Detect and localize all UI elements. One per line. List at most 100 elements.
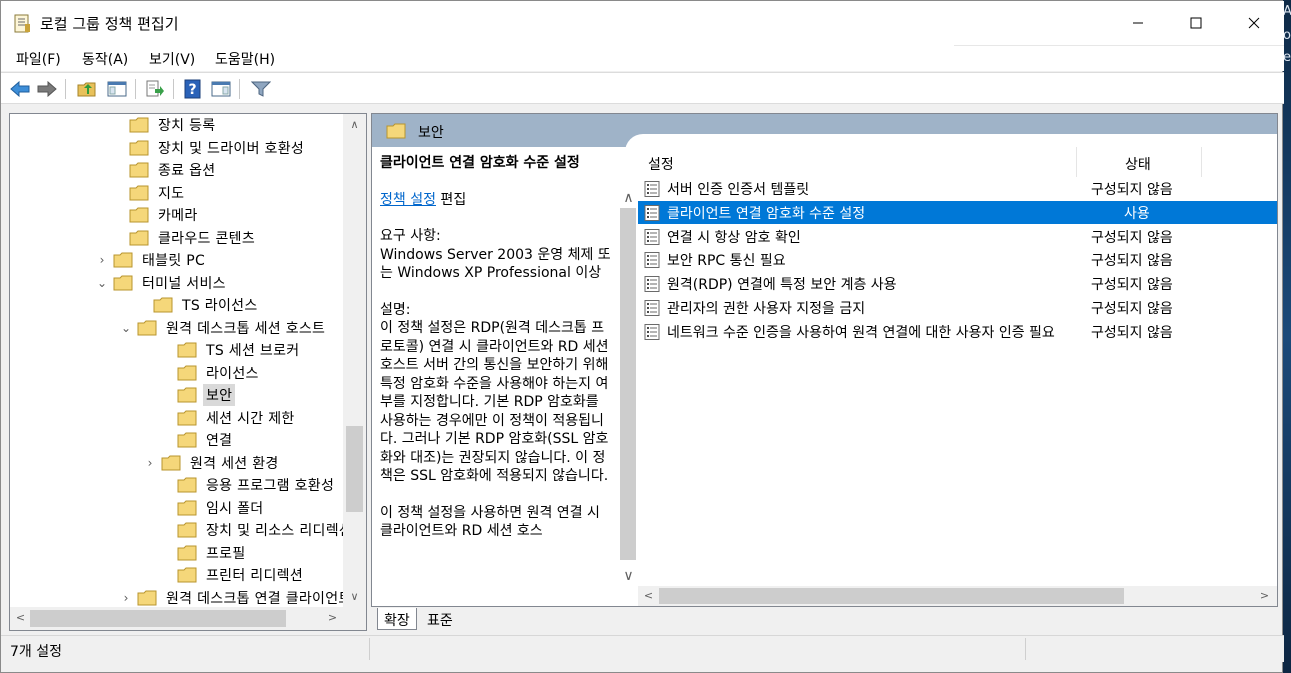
properties-view-button[interactable] — [209, 77, 233, 101]
scroll-thumb[interactable] — [30, 610, 286, 627]
folder-icon — [177, 522, 197, 538]
tree-node[interactable]: TS 라이선스 — [134, 294, 261, 316]
list-horizontal-scrollbar[interactable]: < > — [638, 586, 1277, 606]
help-button[interactable]: ? — [181, 77, 205, 101]
tree-node[interactable]: 지도 — [110, 182, 187, 204]
tree-node-label: TS 세션 브로커 — [206, 343, 300, 359]
expander-icon[interactable] — [158, 407, 174, 429]
tree-node[interactable]: › 원격 데스크톱 연결 클라이언트 — [118, 587, 344, 608]
tree-node[interactable]: 응용 프로그램 호환성 — [158, 474, 337, 496]
tree-node[interactable]: ⌄ 원격 데스크톱 세션 호스트 — [118, 317, 328, 339]
toolbar-separator — [173, 79, 174, 99]
setting-row[interactable]: 원격(RDP) 연결에 특정 보안 계층 사용 구성되지 않음 — [638, 272, 1277, 295]
expander-icon[interactable] — [110, 227, 126, 249]
menu-file[interactable]: 파일(F) — [16, 49, 61, 69]
tree-node[interactable]: 카메라 — [110, 204, 201, 226]
scroll-down-arrow-icon[interactable]: ∨ — [620, 568, 637, 584]
expander-icon[interactable] — [110, 182, 126, 204]
column-setting[interactable]: 설정 — [648, 154, 674, 174]
tab-standard[interactable]: 표준 — [421, 608, 459, 630]
scroll-thumb[interactable] — [659, 588, 1124, 604]
tree-node[interactable]: 장치 및 드라이버 호환성 — [110, 137, 307, 159]
setting-row[interactable]: 서버 인증 인증서 템플릿 구성되지 않음 — [638, 177, 1277, 200]
expander-icon[interactable]: ⌄ — [94, 272, 110, 294]
scroll-thumb[interactable] — [346, 426, 363, 512]
tab-extended[interactable]: 확장 — [377, 608, 417, 630]
tree-node[interactable]: 세션 시간 제한 — [158, 407, 298, 429]
tree-vertical-scrollbar[interactable]: ∧ ∨ — [343, 114, 366, 607]
setting-row[interactable]: 보안 RPC 통신 필요 구성되지 않음 — [638, 248, 1277, 271]
scroll-right-arrow-icon[interactable]: > — [324, 611, 341, 624]
setting-row[interactable]: 관리자의 권한 사용자 지정을 금지 구성되지 않음 — [638, 296, 1277, 319]
scroll-up-arrow-icon[interactable]: ∧ — [620, 190, 637, 206]
expander-icon[interactable]: › — [142, 452, 158, 474]
tree-node[interactable]: 라이선스 — [158, 362, 262, 384]
expander-icon[interactable] — [158, 384, 174, 406]
filter-button[interactable] — [249, 77, 273, 101]
console-tree[interactable]: 장치 등록 장치 및 드라이버 호환성 종료 옵션 지도 카메라 클라우드 콘텐츠 › 태블릿… — [9, 113, 367, 631]
expander-icon[interactable] — [110, 137, 126, 159]
up-one-level-button[interactable] — [75, 77, 99, 101]
scroll-down-arrow-icon[interactable]: ∨ — [346, 590, 363, 603]
expander-icon[interactable]: › — [94, 249, 110, 271]
expander-icon[interactable] — [158, 519, 174, 541]
expander-icon[interactable] — [158, 564, 174, 586]
minimize-button[interactable] — [1109, 1, 1167, 45]
tree-node[interactable]: 장치 등록 — [110, 114, 218, 136]
expander-icon[interactable] — [158, 429, 174, 451]
back-button[interactable] — [8, 77, 32, 101]
maximize-button[interactable] — [1167, 1, 1225, 45]
show-hide-tree-button[interactable] — [105, 77, 129, 101]
forward-button[interactable] — [35, 77, 59, 101]
properties-view-icon — [211, 81, 231, 97]
setting-name: 연결 시 항상 암호 확인 — [667, 229, 801, 246]
tree-node[interactable]: 프린터 리디렉션 — [158, 564, 306, 586]
tree-node[interactable]: 보안 — [158, 384, 236, 406]
folder-icon — [177, 342, 197, 358]
scroll-thumb[interactable] — [620, 208, 636, 560]
expander-icon[interactable] — [158, 497, 174, 519]
scroll-left-arrow-icon[interactable]: < — [640, 589, 657, 602]
column-state[interactable]: 상태 — [1125, 154, 1151, 174]
tree-node[interactable]: 임시 폴더 — [158, 497, 266, 519]
column-divider[interactable] — [1201, 147, 1202, 177]
tree-node[interactable]: 연결 — [158, 429, 235, 451]
scroll-left-arrow-icon[interactable]: < — [12, 611, 29, 624]
expander-icon[interactable] — [158, 542, 174, 564]
tree-node[interactable]: 장치 및 리소스 리디렉션 — [158, 519, 344, 541]
scroll-up-arrow-icon[interactable]: ∧ — [346, 118, 363, 131]
menu-action[interactable]: 동작(A) — [82, 49, 128, 69]
menu-help[interactable]: 도움말(H) — [215, 49, 275, 69]
tree-node[interactable]: TS 세션 브로커 — [158, 339, 302, 361]
expander-icon[interactable] — [110, 159, 126, 181]
title-bar[interactable]: 로컬 그룹 정책 편집기 — [1, 1, 1284, 45]
export-list-button[interactable] — [143, 77, 167, 101]
description-scrollbar[interactable]: ∧ ∨ — [618, 178, 638, 588]
setting-row[interactable]: 클라이언트 연결 암호화 수준 설정 사용 — [638, 200, 1277, 224]
expander-icon[interactable] — [110, 114, 126, 136]
close-button[interactable] — [1225, 1, 1283, 45]
setting-row[interactable]: 네트워크 수준 인증을 사용하여 원격 연결에 대한 사용자 인증 필요 구성되지… — [638, 320, 1277, 343]
tree-node[interactable]: › 원격 세션 환경 — [142, 452, 282, 474]
column-divider[interactable] — [1076, 147, 1077, 177]
expander-icon[interactable] — [158, 339, 174, 361]
menu-view[interactable]: 보기(V) — [149, 49, 195, 69]
expander-icon[interactable] — [134, 294, 150, 316]
expander-icon[interactable]: ⌄ — [118, 317, 134, 339]
tree-node[interactable]: ⌄ 터미널 서비스 — [94, 272, 229, 294]
tree-horizontal-scrollbar[interactable]: < > — [10, 607, 366, 630]
edit-policy-link[interactable]: 정책 설정 — [380, 192, 436, 208]
tree-node[interactable]: 프로필 — [158, 542, 249, 564]
expander-icon[interactable]: › — [118, 587, 134, 608]
expander-icon[interactable] — [158, 474, 174, 496]
tree-node[interactable]: 종료 옵션 — [110, 159, 218, 181]
scroll-right-arrow-icon[interactable]: > — [1256, 589, 1273, 602]
expander-icon[interactable] — [110, 204, 126, 226]
folder-icon — [177, 567, 197, 583]
tree-node[interactable]: 클라우드 콘텐츠 — [110, 227, 258, 249]
setting-state: 구성되지 않음 — [1091, 182, 1173, 198]
tree-node[interactable]: › 태블릿 PC — [94, 249, 208, 271]
setting-row[interactable]: 연결 시 항상 암호 확인 구성되지 않음 — [638, 225, 1277, 248]
expander-icon[interactable] — [158, 362, 174, 384]
folder-icon — [113, 275, 133, 290]
